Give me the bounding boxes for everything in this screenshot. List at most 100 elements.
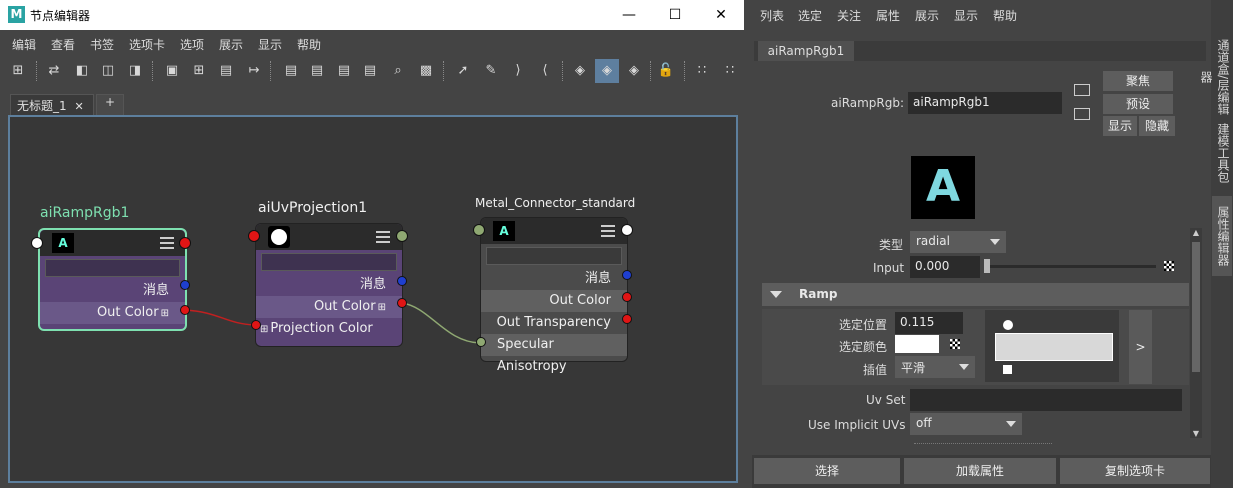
selected-color-swatch[interactable] (895, 335, 939, 353)
graph-materials-icon[interactable]: ◈ (624, 61, 644, 81)
ramp-position-marker[interactable] (1003, 320, 1013, 330)
message-port[interactable] (622, 270, 632, 280)
graph-connections-icon[interactable]: ◈ (595, 59, 619, 83)
output-connections-icon[interactable]: ◨ (125, 61, 145, 81)
search-icon[interactable]: ⌕ (388, 61, 408, 81)
input-port[interactable] (248, 230, 260, 242)
maximize-button[interactable]: ☐ (652, 0, 698, 30)
load-attributes-button[interactable]: 加载属性 (904, 458, 1056, 484)
attribute-list-icon[interactable] (160, 237, 174, 249)
menu-help[interactable]: 帮助 (993, 7, 1017, 24)
swap-icon[interactable]: ⇄ (44, 61, 64, 81)
ramp-gradient[interactable] (995, 333, 1113, 361)
node-search-field[interactable] (45, 259, 180, 277)
output-connections-icon[interactable] (1074, 108, 1090, 120)
show-button[interactable]: 显示 (1103, 116, 1137, 136)
input-field[interactable]: 0.000 (910, 256, 980, 278)
close-button[interactable]: ✕ (698, 0, 744, 30)
interpolation-dropdown[interactable]: 平滑 (895, 356, 975, 378)
specular-anisotropy-port[interactable] (476, 337, 486, 347)
menu-help[interactable]: 帮助 (297, 36, 321, 53)
edit-icon[interactable]: ✎ (481, 61, 501, 81)
selected-position-field[interactable]: 0.115 (895, 312, 963, 334)
lock-icon[interactable]: 🔓 (656, 61, 676, 81)
frame-selected-icon[interactable]: ▣ (162, 61, 182, 81)
presets-button[interactable]: 预设 (1103, 94, 1173, 114)
scroll-thumb[interactable] (1192, 242, 1200, 372)
menu-tabs[interactable]: 选项卡 (129, 36, 165, 53)
menu-focus[interactable]: 关注 (837, 7, 861, 24)
node-name-field[interactable]: aiRampRgb1 (908, 92, 1062, 114)
attribute-list-icon[interactable] (376, 231, 390, 243)
menu-attributes[interactable]: 属性 (876, 7, 900, 24)
out-color-port[interactable] (397, 298, 407, 308)
output-port[interactable] (621, 224, 633, 236)
node-airamprgb[interactable]: A 消息 Out Color ⊞ (38, 228, 187, 331)
menu-show[interactable]: 展示 (219, 36, 243, 53)
node-metal-connector[interactable]: A 消息 Out Color Out Transparency Specular… (480, 217, 628, 374)
frame-all-icon[interactable]: ⊞ (189, 61, 209, 81)
back-icon[interactable]: ⟩ (508, 61, 528, 81)
focus-button[interactable]: 聚焦 (1103, 71, 1173, 91)
input-port[interactable] (31, 237, 43, 249)
output-port[interactable] (396, 230, 408, 242)
add-node-icon[interactable]: ⊞ (8, 61, 28, 81)
menu-edit[interactable]: 编辑 (12, 36, 36, 53)
tab-airamprgb[interactable]: aiRampRgb1 (758, 41, 854, 61)
ae-scrollbar[interactable]: ▲ ▼ (1190, 228, 1202, 438)
use-implicit-uvs-dropdown[interactable]: off (910, 413, 1022, 435)
attribute-list-icon[interactable] (601, 225, 615, 237)
node-aiuvprojection[interactable]: 消息 Out Color ⊞ ⊞ Projection Color (255, 223, 403, 347)
map-button-icon[interactable] (950, 339, 960, 349)
input-connections-icon[interactable]: ◧ (72, 61, 92, 81)
menu-options[interactable]: 选项 (180, 36, 204, 53)
tab-untitled[interactable]: 无标题_1 ✕ (10, 94, 94, 115)
out-color-port[interactable] (180, 305, 190, 315)
node-search-field[interactable] (261, 253, 397, 271)
input-port[interactable] (473, 224, 485, 236)
side-tab-attribute-editor[interactable]: 属性编辑器 (1212, 196, 1232, 276)
simple-mode-icon[interactable]: ▤ (281, 61, 301, 81)
ramp-widget[interactable] (985, 310, 1119, 382)
spread-icon[interactable]: ↦ (244, 61, 264, 81)
pin-icon[interactable]: ➚ (453, 61, 473, 81)
out-color-port[interactable] (622, 292, 632, 302)
graph-canvas[interactable]: aiRampRgb1 A 消息 Out Color ⊞ aiUvProjectio… (8, 115, 738, 483)
output-port[interactable] (179, 237, 191, 249)
input-slider-track[interactable] (988, 265, 1156, 268)
select-button[interactable]: 选择 (754, 458, 900, 484)
menu-list[interactable]: 列表 (760, 7, 784, 24)
side-tab-channel-box[interactable]: 通道盒/层编辑器 (1199, 38, 1232, 116)
forward-icon[interactable]: ⟨ (535, 61, 555, 81)
graph-shading-icon[interactable]: ◈ (570, 61, 590, 81)
menu-display[interactable]: 显示 (954, 7, 978, 24)
menu-display[interactable]: 显示 (258, 36, 282, 53)
grid-icon[interactable]: ∷ (720, 61, 740, 81)
full-mode-icon[interactable]: ▤ (334, 61, 354, 81)
menu-bookmarks[interactable]: 书签 (90, 36, 114, 53)
menu-view[interactable]: 查看 (51, 36, 75, 53)
input-slider-handle[interactable] (984, 259, 990, 273)
uv-set-field[interactable] (910, 389, 1182, 411)
in-out-connections-icon[interactable]: ◫ (98, 61, 118, 81)
menu-selected[interactable]: 选定 (798, 7, 822, 24)
add-tab-button[interactable]: + (96, 94, 124, 115)
graph-icon[interactable]: ▩ (416, 61, 436, 81)
connected-mode-icon[interactable]: ▤ (307, 61, 327, 81)
expand-ramp-button[interactable]: > (1129, 310, 1152, 384)
map-button-icon[interactable] (1164, 261, 1174, 271)
hide-button[interactable]: 隐藏 (1139, 116, 1175, 136)
message-port[interactable] (397, 276, 407, 286)
input-connections-icon[interactable] (1074, 84, 1090, 96)
custom-mode-icon[interactable]: ▤ (360, 61, 380, 81)
minimize-button[interactable]: — (606, 0, 652, 30)
menu-show[interactable]: 展示 (915, 7, 939, 24)
message-port[interactable] (180, 280, 190, 290)
node-search-field[interactable] (486, 247, 622, 265)
type-dropdown[interactable]: radial (910, 231, 1006, 253)
copy-tab-button[interactable]: 复制选项卡 (1060, 458, 1210, 484)
layout-icon[interactable]: ▤ (216, 61, 236, 81)
ramp-color-marker[interactable] (1003, 365, 1012, 374)
projection-color-port[interactable] (251, 320, 261, 330)
side-tab-modeling-toolkit[interactable]: 建模工具包 (1212, 120, 1232, 186)
